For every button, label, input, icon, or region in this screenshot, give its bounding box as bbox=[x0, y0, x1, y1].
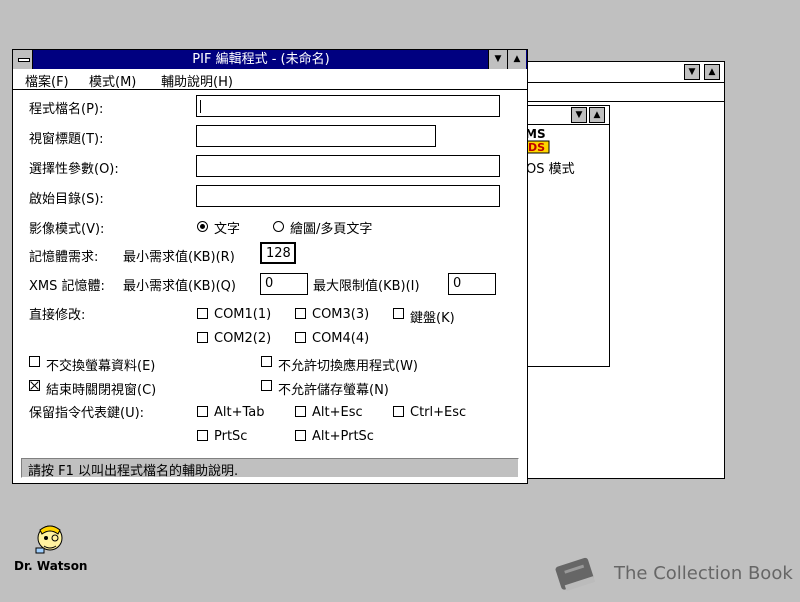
alt-tab-label[interactable]: Alt+Tab bbox=[214, 405, 265, 420]
background-window[interactable]: ▼ ▲ ▼ ▲ MS DS OS 模式 bbox=[526, 61, 725, 479]
window-title: PIF 編輯程式 - (未命名) bbox=[192, 52, 330, 67]
dr-watson-label: Dr. Watson bbox=[14, 559, 88, 573]
pif-editor-window[interactable]: PIF 編輯程式 - (未命名) ▼ ▲ 檔案(F) 模式(M) 輔助說明(H)… bbox=[12, 49, 528, 484]
start-dir-input[interactable] bbox=[196, 185, 500, 207]
memory-min-value: 128 bbox=[266, 246, 291, 261]
video-mode-graphics-radio[interactable] bbox=[273, 221, 284, 232]
group-maximize-button[interactable]: ▲ bbox=[589, 107, 605, 123]
ctrl-esc-label[interactable]: Ctrl+Esc bbox=[410, 405, 466, 420]
no-save-screen-checkbox[interactable] bbox=[261, 380, 272, 391]
video-mode-text-label[interactable]: 文字 bbox=[214, 218, 240, 237]
memory-min-label: 最小需求值(KB)(R) bbox=[123, 250, 235, 265]
com1-label[interactable]: COM1(1) bbox=[214, 307, 271, 322]
svg-text:MS: MS bbox=[527, 127, 546, 141]
video-mode-graphics-label[interactable]: 繪圖/多頁文字 bbox=[290, 218, 372, 237]
alt-esc-checkbox[interactable] bbox=[295, 406, 306, 417]
optional-params-input[interactable] bbox=[196, 155, 500, 177]
text-caret bbox=[200, 100, 201, 113]
close-on-exit-label[interactable]: 結束時關閉視窗(C) bbox=[46, 379, 156, 398]
direct-modify-label: 直接修改: bbox=[29, 308, 86, 323]
minimize-button[interactable]: ▼ bbox=[684, 64, 700, 80]
program-filename-label: 程式檔名(P): bbox=[29, 102, 104, 117]
alt-prtsc-checkbox[interactable] bbox=[295, 430, 306, 441]
reserve-keys-label: 保留指令代表鍵(U): bbox=[29, 406, 145, 421]
prevent-switch-label[interactable]: 不允許切換應用程式(W) bbox=[278, 355, 418, 374]
video-mode-text-radio[interactable] bbox=[197, 221, 208, 232]
system-menu-button[interactable] bbox=[13, 50, 33, 69]
ms-dos-icon[interactable]: MS DS bbox=[527, 126, 555, 156]
dr-watson-icon[interactable] bbox=[32, 522, 68, 558]
xms-min-label: 最小需求值(KB)(Q) bbox=[123, 279, 236, 294]
close-on-exit-checkbox[interactable] bbox=[29, 380, 40, 391]
maximize-button[interactable]: ▲ bbox=[704, 64, 720, 80]
ctrl-esc-checkbox[interactable] bbox=[393, 406, 404, 417]
alt-prtsc-label[interactable]: Alt+PrtSc bbox=[312, 429, 374, 444]
menu-bar: 檔案(F) 模式(M) 輔助說明(H) bbox=[13, 69, 527, 90]
optional-params-label: 選擇性參數(O): bbox=[29, 162, 119, 177]
menu-file[interactable]: 檔案(F) bbox=[25, 71, 69, 90]
program-group-window[interactable]: ▼ ▲ MS DS OS 模式 bbox=[526, 105, 610, 367]
memory-min-input[interactable]: 128 bbox=[260, 242, 296, 264]
xms-label: XMS 記憶體: bbox=[29, 279, 105, 294]
group-minimize-button[interactable]: ▼ bbox=[571, 107, 587, 123]
alt-tab-checkbox[interactable] bbox=[197, 406, 208, 417]
prevent-switch-checkbox[interactable] bbox=[261, 356, 272, 367]
no-screen-exchange-checkbox[interactable] bbox=[29, 356, 40, 367]
prtsc-label[interactable]: PrtSc bbox=[214, 429, 247, 444]
start-dir-label: 啟始目錄(S): bbox=[29, 192, 104, 207]
no-screen-exchange-label[interactable]: 不交換螢幕資料(E) bbox=[46, 355, 155, 374]
no-save-screen-label[interactable]: 不允許儲存螢幕(N) bbox=[278, 379, 389, 398]
menu-mode[interactable]: 模式(M) bbox=[89, 71, 136, 90]
xms-max-value: 0 bbox=[453, 276, 462, 291]
status-bar: 請按 F1 以叫出程式檔名的輔助說明. bbox=[21, 458, 519, 479]
memory-label: 記憶體需求: bbox=[29, 250, 99, 265]
xms-min-input[interactable]: 0 bbox=[260, 273, 308, 295]
keyboard-label[interactable]: 鍵盤(K) bbox=[410, 307, 455, 326]
com1-checkbox[interactable] bbox=[197, 308, 208, 319]
com3-label[interactable]: COM3(3) bbox=[312, 307, 369, 322]
menu-help[interactable]: 輔助說明(H) bbox=[161, 71, 233, 90]
window-title-input[interactable] bbox=[196, 125, 436, 147]
com3-checkbox[interactable] bbox=[295, 308, 306, 319]
status-text: 請按 F1 以叫出程式檔名的輔助說明. bbox=[28, 464, 239, 479]
title-bar[interactable]: PIF 編輯程式 - (未命名) ▼ ▲ bbox=[13, 50, 527, 69]
keyboard-checkbox[interactable] bbox=[393, 308, 404, 319]
video-mode-label: 影像模式(V): bbox=[29, 222, 105, 237]
ms-dos-label: OS 模式 bbox=[526, 162, 575, 177]
window-title-label: 視窗標題(T): bbox=[29, 132, 104, 147]
com4-checkbox[interactable] bbox=[295, 332, 306, 343]
xms-max-label: 最大限制值(KB)(I) bbox=[313, 279, 420, 294]
svg-text:DS: DS bbox=[528, 141, 545, 154]
background-menubar bbox=[527, 83, 724, 102]
book-icon bbox=[548, 552, 600, 598]
com2-checkbox[interactable] bbox=[197, 332, 208, 343]
prtsc-checkbox[interactable] bbox=[197, 430, 208, 441]
minimize-button[interactable]: ▼ bbox=[488, 50, 507, 69]
alt-esc-label[interactable]: Alt+Esc bbox=[312, 405, 363, 420]
com2-label[interactable]: COM2(2) bbox=[214, 331, 271, 346]
xms-max-input[interactable]: 0 bbox=[448, 273, 496, 295]
maximize-button[interactable]: ▲ bbox=[507, 50, 526, 69]
watermark-text: The Collection Book bbox=[614, 563, 793, 584]
program-filename-input[interactable] bbox=[196, 95, 500, 117]
com4-label[interactable]: COM4(4) bbox=[312, 331, 369, 346]
xms-min-value: 0 bbox=[265, 276, 274, 291]
